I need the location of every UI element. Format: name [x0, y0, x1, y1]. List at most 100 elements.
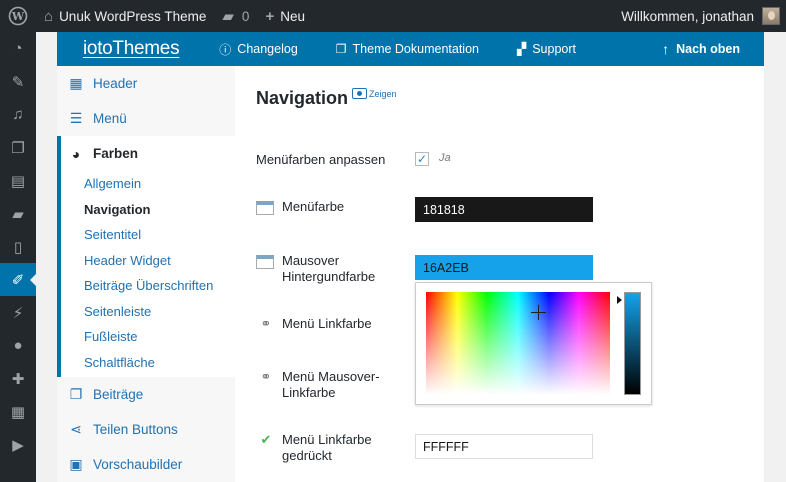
changelog-link[interactable]: ⓘ Changelog [219, 41, 297, 58]
brand-logo[interactable]: iotoThemes [83, 38, 180, 60]
comments-count: 0 [241, 8, 250, 24]
svg-text:W: W [11, 10, 25, 23]
comments-icon[interactable]: ▤ [0, 164, 36, 197]
show-label: Zeigen [369, 88, 397, 99]
site-name: Unuk WordPress Theme [59, 8, 207, 24]
documentation-link[interactable]: ❐ Theme Dokumentation [336, 42, 479, 56]
sidebar-item-label: Beiträge [93, 387, 144, 402]
grid-icon: ▦ [69, 75, 83, 91]
sidebar-group-colors: ◕ Farben Allgemein Navigation Seitentite… [57, 136, 235, 377]
site-name-link[interactable]: ⌂ Unuk WordPress Theme [36, 0, 214, 32]
hover-bg-label: Mausover Hintergundfarbe [256, 253, 375, 285]
info-icon: ⓘ [219, 42, 232, 57]
chat-icon: ▞ [516, 42, 527, 56]
link-hover-icon: ⚭ [260, 369, 272, 384]
new-label: Neu [280, 8, 305, 24]
hover-link-label-line2: Linkfarbe [282, 385, 336, 400]
link-color-label-text: Menü Linkfarbe [282, 316, 372, 331]
sidebar-subitem-general[interactable]: Allgemein [61, 171, 235, 197]
sidebar-subitem-button[interactable]: Schaltfläche [61, 350, 235, 376]
sidebar-item-label: Menü [93, 111, 127, 126]
new-content-link[interactable]: + Neu [257, 0, 313, 32]
color-field-icon [256, 199, 276, 215]
hover-link-label-text: Menü Mausover- Linkfarbe [282, 369, 380, 401]
hover-bg-label-text: Mausover Hintergundfarbe [282, 253, 375, 285]
hover-link-color-label: ⚭ Menü Mausover- Linkfarbe [256, 369, 380, 401]
eye-icon [352, 88, 367, 99]
sidebar-item-share-buttons[interactable]: ⋖ Teilen Buttons [57, 412, 235, 447]
play-icon[interactable]: ▶ [0, 428, 36, 461]
page-title: Navigation [256, 88, 349, 108]
hover-bg-label-line1: Mausover [282, 253, 340, 268]
theme-options-sidebar: ▦ Header ☰ Menü ◕ Farben Allgemein Navig… [57, 66, 235, 482]
arrow-up-icon: ↑ [662, 41, 670, 57]
active-link-label-text: Menü Linkfarbe gedrückt [282, 432, 372, 464]
hover-bg-label-line2: Hintergundfarbe [282, 269, 376, 284]
sidebar-item-header[interactable]: ▦ Header [57, 66, 235, 101]
crosshair-cursor-icon[interactable] [531, 305, 546, 320]
color-spectrum[interactable] [426, 292, 610, 395]
comments-link[interactable]: ▰ 0 [214, 0, 257, 32]
feedback-icon[interactable]: ▰ [0, 197, 36, 230]
sidebar-item-label: Header [93, 76, 138, 91]
active-link-label-line2: gedrückt [282, 448, 332, 463]
link-check-icon: ✔ [260, 432, 272, 447]
menu-color-label-text: Menüfarbe [282, 199, 345, 214]
sidebar-subitem-navigation[interactable]: Navigation [61, 197, 235, 223]
media-icon[interactable]: ♫ [0, 98, 36, 131]
luminance-handle-icon[interactable] [617, 296, 622, 304]
luminance-slider[interactable] [624, 292, 641, 395]
sidebar-item-posts[interactable]: ❐ Beiträge [57, 377, 235, 412]
custom-colors-label: Menüfarben anpassen [256, 152, 386, 167]
greeting-text: Willkommen, jonathan [621, 8, 754, 24]
custom-colors-value: Ja [439, 152, 451, 164]
link-icon: ⚭ [260, 316, 272, 331]
settings-icon[interactable]: ▦ [0, 395, 36, 428]
sidebar-subitem-page-title[interactable]: Seitentitel [61, 222, 235, 248]
active-link-label-line1: Menü Linkfarbe [282, 432, 372, 447]
pages-icon[interactable]: ❐ [0, 131, 36, 164]
menu-color-label: Menüfarbe [256, 199, 344, 215]
show-preview-link[interactable]: Zeigen [352, 88, 397, 99]
sidebar-subitem-post-headings[interactable]: Beiträge Überschriften [61, 273, 235, 299]
sidebar-item-menu[interactable]: ☰ Menü [57, 101, 235, 136]
color-picker [415, 282, 652, 405]
page-icon[interactable]: ▯ [0, 230, 36, 263]
sidebar-item-label: Farben [93, 146, 139, 161]
sidebar-item-label: Vorschaubilder [93, 457, 183, 472]
admin-menu: ◔ ✎ ♫ ❐ ▤ ▰ ▯ ✐ ⚡ ● ✚ ▦ ▶ [0, 32, 36, 482]
share-icon: ⋖ [70, 421, 82, 437]
custom-colors-checkbox[interactable]: ✓ [415, 152, 429, 166]
sidebar-item-thumbnails[interactable]: ▣ Vorschaubilder [57, 447, 235, 482]
sidebar-subitem-sidebar[interactable]: Seitenleiste [61, 299, 235, 325]
posts-icon: ❐ [69, 386, 83, 402]
image-icon: ▣ [69, 456, 83, 472]
pin-icon[interactable]: ✎ [0, 65, 36, 98]
sidebar-item-label: Teilen Buttons [93, 422, 178, 437]
users-icon[interactable]: ● [0, 329, 36, 362]
back-to-top-link[interactable]: ↑ Nach oben [662, 41, 740, 57]
hover-bg-color-input[interactable]: 16A2EB [415, 255, 593, 280]
theme-options-bar: iotoThemes ⓘ Changelog ❐ Theme Dokumenta… [57, 32, 764, 66]
documents-icon: ❐ [335, 42, 347, 56]
color-field-icon [256, 253, 276, 285]
wordpress-logo-icon[interactable]: W [0, 0, 36, 32]
sidebar-item-colors[interactable]: ◕ Farben [61, 136, 235, 171]
account-menu[interactable]: Willkommen, jonathan [613, 0, 786, 32]
dashboard-icon[interactable]: ◔ [0, 32, 36, 65]
appearance-icon[interactable]: ✐ [0, 263, 36, 296]
tools-icon[interactable]: ✚ [0, 362, 36, 395]
sidebar-subitem-header-widget[interactable]: Header Widget [61, 248, 235, 274]
admin-bar: W ⌂ Unuk WordPress Theme ▰ 0 + Neu Willk… [0, 0, 786, 32]
menu-color-input[interactable]: 181818 [415, 197, 593, 222]
sidebar-subitem-footer[interactable]: Fußleiste [61, 324, 235, 350]
avatar [762, 7, 780, 25]
palette-icon: ◕ [71, 145, 81, 162]
home-icon: ⌂ [44, 7, 54, 25]
support-link[interactable]: ▞ Support [517, 42, 576, 56]
active-link-color-input[interactable]: FFFFFF [415, 434, 593, 459]
comment-icon: ▰ [222, 8, 234, 25]
plugins-icon[interactable]: ⚡ [0, 296, 36, 329]
link-color-label: ⚭ Menü Linkfarbe [256, 316, 372, 332]
menu-lines-icon: ☰ [69, 110, 83, 126]
